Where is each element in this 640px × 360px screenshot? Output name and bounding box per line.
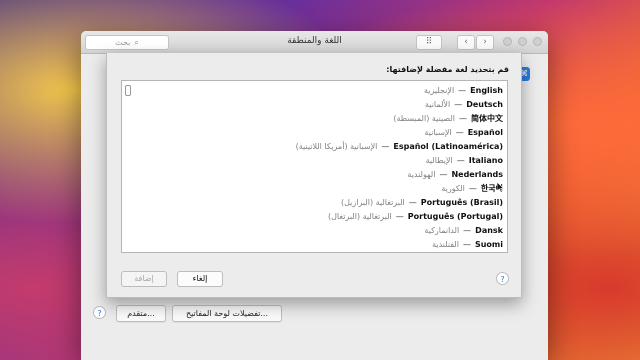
language-arabic-name: الإسبانية (أمريكا اللاتينية): [295, 142, 378, 151]
separator-dash: —: [462, 240, 471, 249]
language-row[interactable]: الإسبانية (أمريكا اللاتينية) — Español (La…: [296, 140, 503, 154]
help-button[interactable]: ?: [93, 306, 106, 319]
separator-dash: —: [463, 226, 472, 235]
language-arabic-name: البرتغالية (البرتغال): [328, 212, 392, 221]
language-row[interactable]: الألمانية — Deutsch: [425, 98, 503, 112]
chevron-left-icon: ‹: [464, 37, 468, 47]
language-native-name: Español (Latinoamérica): [393, 142, 503, 151]
language-row[interactable]: الفنلندية — Suomi: [432, 238, 503, 252]
title-bar: بحث ⌕ اللغة والمنطقة ⠿ ‹ ›: [81, 31, 548, 54]
add-language-sheet: قم بتحديد لغة مفضلة لإضافتها: الإنجليزية…: [106, 53, 522, 298]
separator-dash: —: [454, 100, 463, 109]
advanced-button[interactable]: متقدم...: [116, 305, 166, 322]
separator-dash: —: [439, 170, 448, 179]
language-arabic-name: الإيطالية: [425, 156, 453, 165]
language-arabic-name: البرتغالية (البرازيل): [340, 198, 405, 207]
language-arabic-name: الفنلندية: [432, 240, 459, 249]
language-row[interactable]: الدانماركية — Dansk: [424, 224, 503, 238]
language-native-name: Português (Portugal): [407, 212, 503, 221]
language-row[interactable]: البرتغالية (البرازيل) — Português (Brasil): [341, 196, 503, 210]
language-row[interactable]: الإيطالية — Italiano: [426, 154, 503, 168]
language-arabic-name: الصينية (المبسطة): [393, 114, 455, 123]
language-native-name: Suomi: [474, 240, 503, 249]
cancel-button[interactable]: إلغاء: [177, 271, 223, 287]
close-light[interactable]: [533, 37, 542, 46]
language-native-name: Italiano: [468, 156, 503, 165]
keyboard-preferences-button[interactable]: تفضيلات لوحة المفاتيح...: [172, 305, 282, 322]
back-button[interactable]: ‹: [457, 35, 475, 50]
language-arabic-name: الألمانية: [424, 100, 451, 109]
zoom-light[interactable]: [518, 37, 527, 46]
sheet-prompt: قم بتحديد لغة مفضلة لإضافتها:: [386, 65, 509, 74]
separator-dash: —: [456, 156, 465, 165]
language-native-name: Português (Brasil): [420, 198, 503, 207]
language-native-name: Nederlands: [451, 170, 503, 179]
language-arabic-name: الإنجليزية: [424, 86, 455, 95]
scrollbar-thumb[interactable]: [125, 85, 131, 96]
chevron-right-icon: ›: [483, 37, 487, 47]
language-arabic-name: الهولندية: [407, 170, 436, 179]
language-arabic-name: الدانماركية: [424, 226, 460, 235]
language-arabic-name: الإسبانية: [424, 128, 452, 137]
language-row[interactable]: الإسبانية — Español: [424, 126, 503, 140]
language-native-name: Deutsch: [466, 100, 503, 109]
language-native-name: 简体中文: [471, 114, 503, 123]
language-arabic-name: الكورية: [441, 184, 465, 193]
separator-dash: —: [408, 198, 417, 207]
minimize-light[interactable]: [503, 37, 512, 46]
add-button[interactable]: إضافة: [121, 271, 167, 287]
grid-icon: ⠿: [425, 37, 433, 47]
language-row[interactable]: الهولندية — Nederlands: [407, 168, 503, 182]
separator-dash: —: [395, 212, 404, 221]
sheet-help-button[interactable]: ?: [496, 272, 509, 285]
language-native-name: Dansk: [475, 226, 503, 235]
separator-dash: —: [459, 114, 467, 123]
separator-dash: —: [458, 86, 467, 95]
separator-dash: —: [468, 184, 477, 193]
language-row[interactable]: الصينية (المبسطة) — 简体中文: [393, 112, 503, 126]
forward-button[interactable]: ›: [476, 35, 494, 50]
separator-dash: —: [455, 128, 464, 137]
language-native-name: Español: [467, 128, 503, 137]
language-row[interactable]: الكورية — 한국어: [441, 182, 503, 196]
language-row[interactable]: البرتغالية (البرتغال) — Português (Portuga…: [328, 210, 503, 224]
separator-dash: —: [381, 142, 390, 151]
language-row[interactable]: الإنجليزية — English: [424, 84, 503, 98]
language-list[interactable]: الإنجليزية — English الألمانية — Deutsch الصين…: [121, 80, 508, 253]
show-all-grid-button[interactable]: ⠿: [416, 35, 442, 50]
language-native-name: English: [470, 86, 503, 95]
